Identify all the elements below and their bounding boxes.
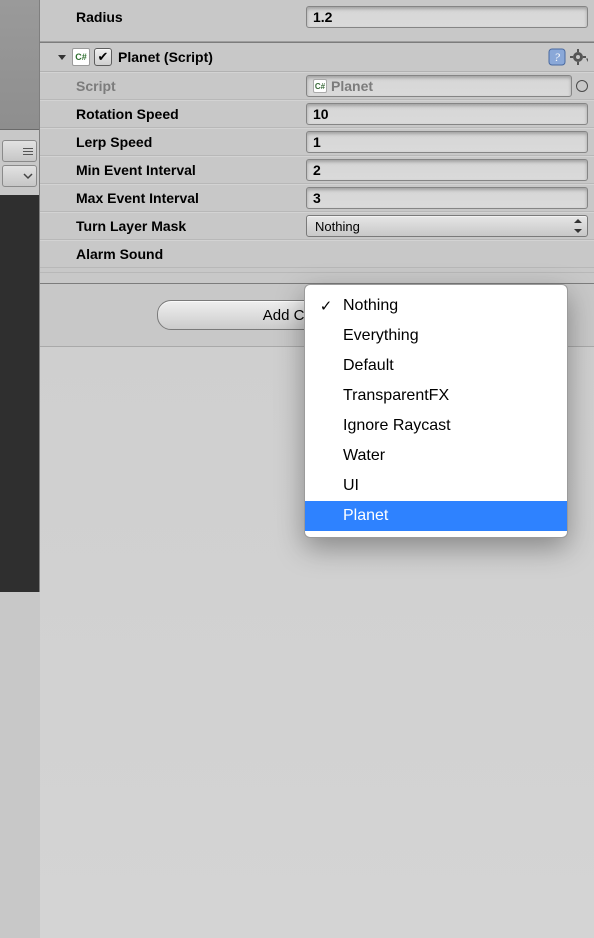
spacer [40, 34, 594, 42]
csharp-small-icon: C# [313, 79, 327, 93]
popup-item-label: UI [343, 477, 359, 495]
foldout-toggle[interactable] [56, 51, 68, 63]
turn-layer-mask-dropdown[interactable]: Nothing [306, 215, 588, 237]
popup-item-label: Ignore Raycast [343, 417, 451, 435]
popup-item-ignore-raycast[interactable]: Ignore Raycast [305, 411, 567, 441]
alarm-sound-field-hidden[interactable] [306, 243, 588, 265]
left-panel-controls [2, 140, 37, 187]
component-properties: Script C# Planet Rotation Speed Lerp Spe… [40, 72, 594, 268]
popup-item-default[interactable]: Default [305, 351, 567, 381]
left-panel-header-stub [0, 0, 39, 130]
chevron-down-icon [23, 171, 33, 181]
lerp-speed-field[interactable] [306, 131, 588, 153]
turn-layer-mask-value: Nothing [315, 219, 360, 234]
property-row-rotation-speed: Rotation Speed [40, 100, 594, 128]
popup-item-transparentfx[interactable]: TransparentFX [305, 381, 567, 411]
property-row-turn-layer-mask: Turn Layer Mask Nothing [40, 212, 594, 240]
popup-item-planet[interactable]: Planet [305, 501, 567, 531]
gear-icon[interactable]: ▾ [570, 48, 588, 66]
svg-text:▾: ▾ [586, 57, 588, 64]
popup-item-label: TransparentFX [343, 387, 449, 405]
left-panel-stub [0, 0, 40, 592]
popup-item-everything[interactable]: Everything [305, 321, 567, 351]
property-row-script: Script C# Planet [40, 72, 594, 100]
max-event-interval-field[interactable] [306, 187, 588, 209]
rotation-speed-label: Rotation Speed [76, 106, 306, 122]
property-row-max-event-interval: Max Event Interval [40, 184, 594, 212]
foldout-down-icon [56, 51, 68, 63]
popup-item-ui[interactable]: UI [305, 471, 567, 501]
check-icon: ✓ [317, 297, 335, 315]
popup-item-label: Default [343, 357, 394, 375]
min-event-interval-field[interactable] [306, 159, 588, 181]
dropdown-arrows-icon [573, 218, 583, 234]
property-row-alarm-sound: Alarm Sound [40, 240, 594, 268]
svg-text:?: ? [554, 50, 560, 64]
max-event-interval-label: Max Event Interval [76, 190, 306, 206]
turn-layer-mask-label: Turn Layer Mask [76, 218, 306, 234]
rotation-speed-field[interactable] [306, 103, 588, 125]
left-panel-dark-stub [0, 195, 39, 592]
csharp-icon: C# [72, 48, 90, 66]
popup-item-water[interactable]: Water [305, 441, 567, 471]
component-enable-checkbox[interactable]: ✔ [94, 48, 112, 66]
popup-item-label: Planet [343, 507, 388, 525]
popup-item-label: Everything [343, 327, 419, 345]
popup-item-label: Nothing [343, 297, 398, 315]
min-event-interval-label: Min Event Interval [76, 162, 306, 178]
script-name: Planet [331, 78, 373, 94]
drag-handle-icon [23, 146, 33, 156]
left-stub-button-2[interactable] [2, 165, 37, 187]
layer-mask-popup: ✓ Nothing Everything Default TransparentFX Ig… [304, 284, 568, 538]
left-stub-button-1[interactable] [2, 140, 37, 162]
property-row-lerp-speed: Lerp Speed [40, 128, 594, 156]
lerp-speed-label: Lerp Speed [76, 134, 306, 150]
component-header-planet[interactable]: C# ✔ Planet (Script) ? ▾ [40, 42, 594, 72]
help-icon[interactable]: ? [548, 48, 566, 66]
script-label: Script [76, 78, 306, 94]
alarm-sound-label: Alarm Sound [76, 246, 306, 262]
property-row-radius: Radius [40, 0, 594, 34]
popup-item-nothing[interactable]: ✓ Nothing [305, 291, 567, 321]
radius-field[interactable] [306, 6, 588, 28]
component-title: Planet (Script) [118, 49, 213, 65]
component-footer [40, 272, 594, 284]
radius-label: Radius [76, 9, 306, 25]
object-picker-icon[interactable] [576, 80, 588, 92]
property-row-min-event-interval: Min Event Interval [40, 156, 594, 184]
popup-item-label: Water [343, 447, 385, 465]
script-field[interactable]: C# Planet [306, 75, 572, 97]
